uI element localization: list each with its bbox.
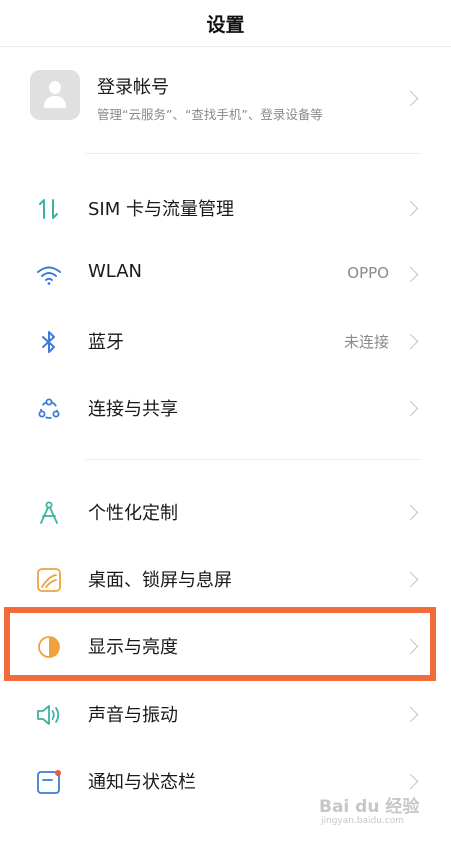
chevron-right-icon — [402, 571, 419, 588]
chevron-right-icon — [402, 333, 419, 350]
avatar — [30, 70, 80, 120]
wifi-icon — [37, 266, 61, 285]
chevron-right-icon — [402, 266, 419, 283]
account-subtitle: 管理“云服务”、“查找手机”、登录设备等 — [97, 107, 323, 122]
title-bar: 设置 — [0, 0, 451, 47]
watermark-text: Bai du 经验 — [319, 797, 420, 817]
wlan-status-value: OPPO — [347, 264, 389, 282]
settings-item-wlan[interactable]: WLAN OPPO — [0, 246, 451, 302]
settings-item-personalize[interactable]: 个性化定制 — [0, 484, 451, 540]
watermark-logo: Bai du 经验 jingyan.baidu.com — [319, 790, 429, 830]
page-title: 设置 — [206, 13, 245, 36]
settings-item-label: 个性化定制 — [88, 503, 178, 524]
chevron-right-icon — [402, 200, 419, 217]
settings-item-label: WLAN — [88, 261, 143, 282]
personalize-icon — [40, 501, 58, 524]
chevron-right-icon — [402, 773, 419, 790]
bluetooth-status-value: 未连接 — [343, 333, 389, 351]
chevron-right-icon — [402, 90, 419, 107]
chevron-right-icon — [402, 400, 419, 417]
divider — [86, 459, 421, 460]
sound-icon — [37, 705, 60, 725]
chevron-right-icon — [402, 706, 419, 723]
chevron-right-icon — [402, 504, 419, 521]
settings-item-display-brightness[interactable]: 显示与亮度 — [0, 618, 451, 674]
settings-item-label: 桌面、锁屏与息屏 — [88, 570, 232, 591]
notification-icon — [37, 770, 61, 794]
settings-item-label: SIM 卡与流量管理 — [88, 199, 234, 220]
settings-item-bluetooth[interactable]: 蓝牙 未连接 — [0, 313, 451, 369]
chevron-right-icon — [402, 638, 419, 655]
wallpaper-icon — [37, 568, 61, 592]
settings-item-label: 声音与振动 — [88, 705, 178, 726]
settings-item-label: 通知与状态栏 — [88, 772, 196, 793]
account-title: 登录帐号 — [97, 77, 169, 98]
settings-item-wallpaper-lockscreen[interactable]: 桌面、锁屏与息屏 — [0, 551, 451, 607]
settings-item-sound-vibration[interactable]: 声音与振动 — [0, 686, 451, 742]
account-login-row[interactable]: 登录帐号 管理“云服务”、“查找手机”、登录设备等 — [0, 58, 451, 136]
bluetooth-icon — [42, 331, 55, 353]
display-brightness-icon — [38, 636, 60, 658]
settings-item-label: 连接与共享 — [88, 399, 178, 420]
settings-item-sim-data[interactable]: SIM 卡与流量管理 — [0, 180, 451, 236]
connection-share-icon — [38, 398, 60, 419]
sim-data-icon — [39, 199, 58, 219]
settings-item-connection-share[interactable]: 连接与共享 — [0, 380, 451, 436]
settings-item-label: 蓝牙 — [88, 332, 124, 353]
divider — [86, 153, 421, 154]
settings-item-label: 显示与亮度 — [88, 637, 178, 658]
watermark-subtext: jingyan.baidu.com — [321, 816, 405, 826]
